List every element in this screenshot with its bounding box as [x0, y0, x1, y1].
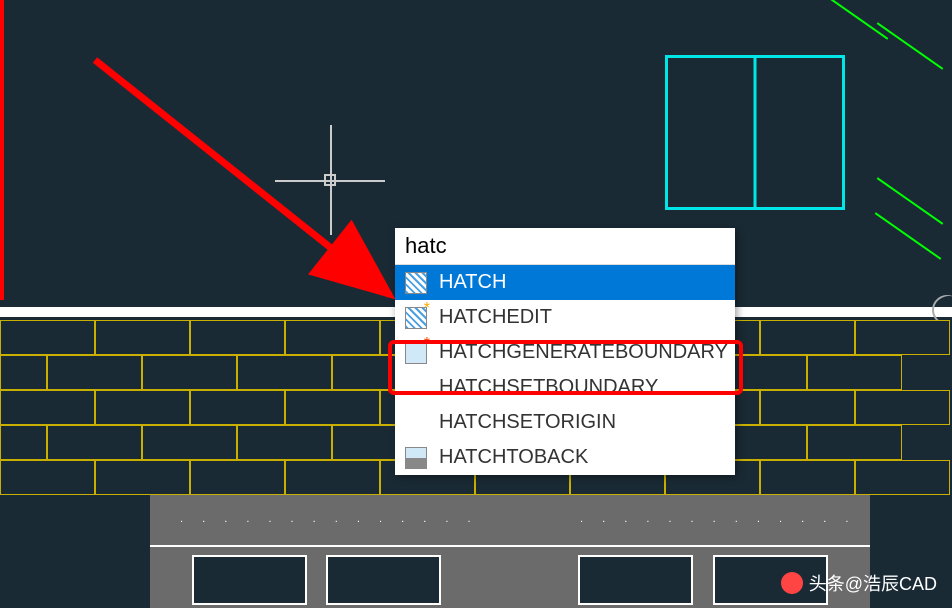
command-icon [405, 272, 427, 294]
cad-window-object[interactable] [665, 55, 845, 210]
command-icon [405, 377, 427, 399]
command-autocomplete-dropdown: HATCH HATCHEDIT HATCHGENERATEBOUNDARY HATCH… [395, 228, 735, 475]
autocomplete-item-label: HATCHTOBACK [439, 446, 588, 469]
autocomplete-item[interactable]: HATCHSETORIGIN [395, 405, 735, 440]
command-icon [405, 307, 427, 329]
cad-rectangle[interactable] [326, 555, 441, 605]
autocomplete-item[interactable]: HATCHSETBOUNDARY [395, 370, 735, 405]
autocomplete-item[interactable]: HATCH [395, 265, 735, 300]
cad-diagonal-line[interactable] [875, 212, 942, 260]
cad-line [150, 545, 870, 547]
autocomplete-item-label: HATCHEDIT [439, 306, 552, 329]
autocomplete-item-label: HATCHGENERATEBOUNDARY [439, 341, 728, 364]
autocomplete-item[interactable]: HATCHGENERATEBOUNDARY [395, 335, 735, 370]
cad-diagonal-line[interactable] [877, 177, 944, 225]
autocomplete-item-label: HATCHSETORIGIN [439, 411, 616, 434]
autocomplete-item-label: HATCH [439, 271, 506, 294]
cad-diagonal-line[interactable] [822, 0, 889, 40]
cad-diagonal-line[interactable] [877, 22, 944, 70]
dot-pattern: . . . . . . . . . . . . . . [180, 513, 479, 525]
watermark: 头条 @浩辰CAD [781, 570, 937, 596]
command-input[interactable] [395, 228, 735, 265]
autocomplete-item[interactable]: HATCHEDIT [395, 300, 735, 335]
cad-rectangle[interactable] [192, 555, 307, 605]
red-vertical-accent [0, 0, 4, 300]
watermark-text: @浩辰CAD [845, 570, 937, 596]
command-icon [405, 447, 427, 469]
dot-pattern: . . . . . . . . . . . . . [580, 513, 856, 525]
command-icon [405, 412, 427, 434]
autocomplete-item-label: HATCHSETBOUNDARY [439, 376, 658, 399]
command-icon [405, 342, 427, 364]
cad-rectangle[interactable] [578, 555, 693, 605]
annotation-arrow-icon [85, 50, 415, 320]
autocomplete-item[interactable]: HATCHTOBACK [395, 440, 735, 475]
watermark-prefix: 头条 [809, 570, 845, 596]
watermark-logo-icon [781, 572, 803, 594]
